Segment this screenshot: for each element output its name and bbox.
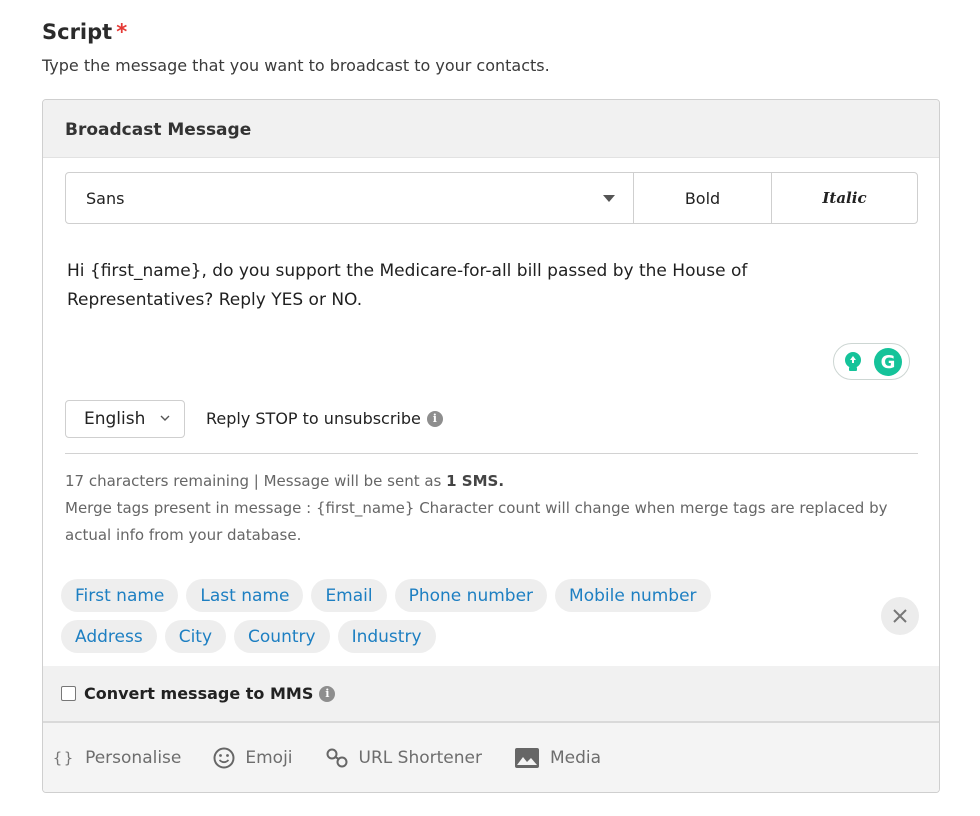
- script-title: Script: [42, 20, 113, 44]
- reply-stop-text: Reply STOP to unsubscribe: [206, 409, 421, 428]
- smiley-icon: [213, 747, 235, 769]
- merge-tag-last-name[interactable]: Last name: [186, 579, 304, 612]
- italic-button[interactable]: Italic: [772, 173, 917, 223]
- merge-tag-address[interactable]: Address: [61, 620, 157, 653]
- merge-tag-mobile-number[interactable]: Mobile number: [555, 579, 711, 612]
- merge-tag-first-name[interactable]: First name: [61, 579, 179, 612]
- character-count-info: 17 characters remaining | Message will b…: [65, 468, 895, 549]
- reply-stop-note: Reply STOP to unsubscribe i: [206, 409, 443, 428]
- language-select[interactable]: English: [65, 400, 185, 438]
- media-label: Media: [549, 748, 602, 768]
- formatting-toolbar: Sans Bold Italic: [65, 172, 918, 224]
- url-shortener-label: URL Shortener: [358, 748, 482, 768]
- bold-button[interactable]: Bold: [634, 173, 772, 223]
- divider: [65, 453, 918, 454]
- script-heading: Script *: [42, 20, 127, 44]
- merge-tag-row: Address City Country Industry: [61, 620, 781, 653]
- script-subtitle: Type the message that you want to broadc…: [42, 56, 550, 75]
- grammarly-widget[interactable]: G: [833, 343, 910, 380]
- required-mark: *: [116, 20, 128, 44]
- convert-mms-checkbox[interactable]: [61, 686, 76, 701]
- font-select[interactable]: Sans: [66, 173, 634, 223]
- merge-tag-email[interactable]: Email: [311, 579, 387, 612]
- media-button[interactable]: Media: [514, 746, 601, 770]
- emoji-label: Emoji: [245, 748, 293, 768]
- card-title: Broadcast Message: [43, 100, 939, 158]
- merge-tag-industry[interactable]: Industry: [337, 620, 436, 653]
- personalise-label: Personalise: [85, 748, 182, 768]
- lightbulb-icon: [845, 352, 861, 371]
- info-icon[interactable]: i: [319, 685, 336, 702]
- chevron-down-icon: [160, 415, 170, 421]
- grammarly-icon: G: [874, 348, 902, 376]
- link-icon: [325, 747, 349, 769]
- message-actions-bar: {} Personalise Emoji URL Shortener Media: [43, 723, 939, 792]
- close-tags-button[interactable]: [881, 597, 919, 635]
- merge-tag-note: Merge tags present in message : {first_n…: [65, 499, 888, 544]
- merge-tags: First name Last name Email Phone number …: [61, 579, 781, 661]
- merge-tag-country[interactable]: Country: [234, 620, 330, 653]
- sms-count: 1 SMS.: [446, 472, 505, 490]
- merge-tag-phone-number[interactable]: Phone number: [394, 579, 548, 612]
- merge-tag-city[interactable]: City: [164, 620, 227, 653]
- merge-tag-row: First name Last name Email Phone number …: [61, 579, 781, 612]
- characters-remaining: 17 characters remaining | Message will b…: [65, 472, 447, 490]
- caret-down-icon: [603, 194, 615, 202]
- convert-mms-row: Convert message to MMS i: [43, 666, 939, 723]
- braces-icon: {}: [53, 749, 76, 767]
- image-icon: [514, 746, 540, 770]
- url-shortener-button[interactable]: URL Shortener: [325, 747, 482, 769]
- emoji-button[interactable]: Emoji: [213, 747, 293, 769]
- font-select-value: Sans: [86, 188, 125, 208]
- info-icon[interactable]: i: [426, 410, 443, 427]
- convert-mms-label[interactable]: Convert message to MMS: [84, 684, 313, 703]
- language-value: English: [84, 409, 146, 429]
- personalise-button[interactable]: {} Personalise: [53, 748, 181, 768]
- close-icon: [893, 609, 907, 623]
- message-editor[interactable]: Hi {first_name}, do you support the Medi…: [67, 257, 847, 315]
- broadcast-message-card: Broadcast Message Sans Bold Italic Hi {f…: [42, 99, 940, 793]
